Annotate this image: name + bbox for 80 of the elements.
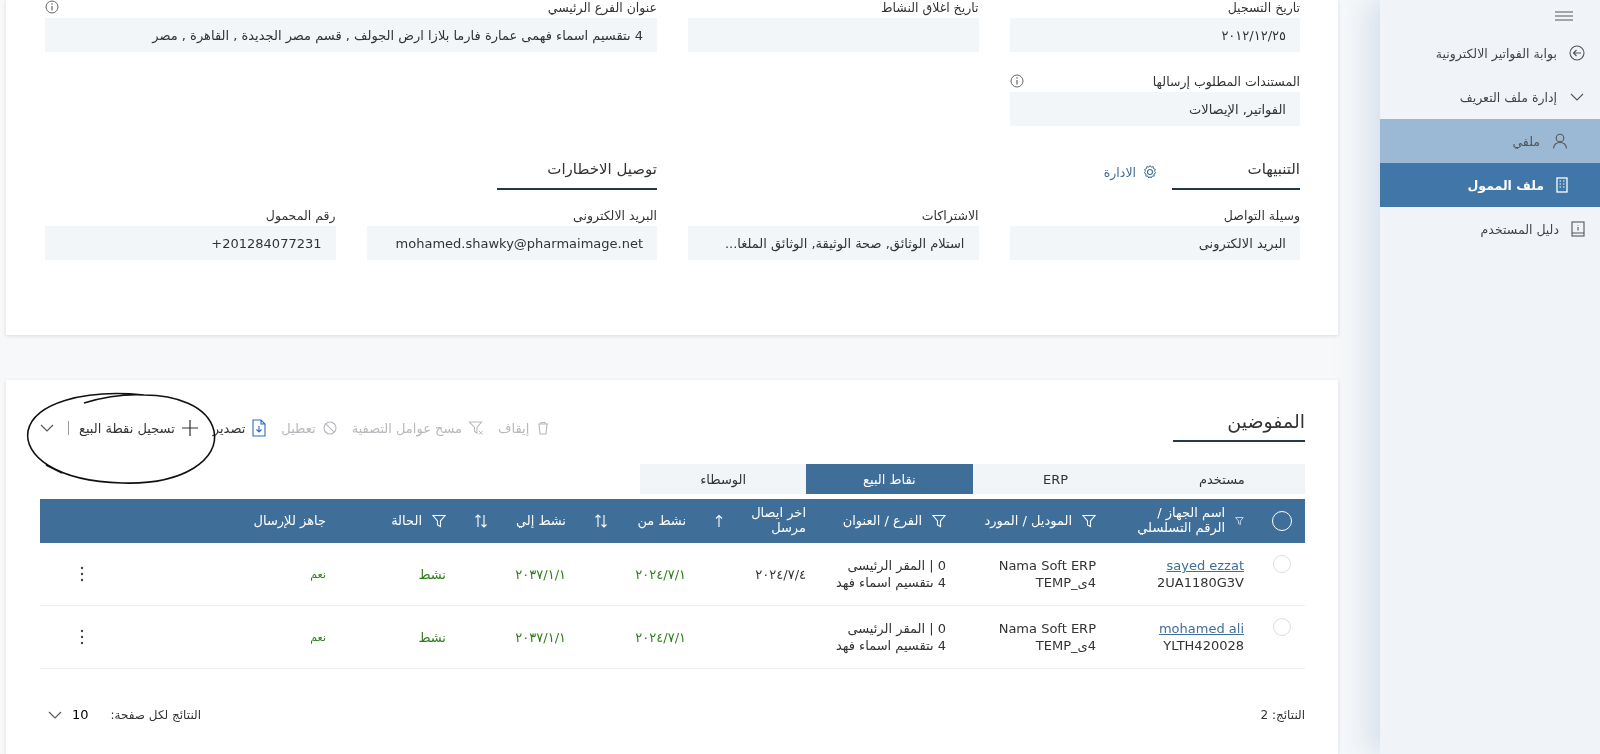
date-text: ٢٠٢٤/٧/٤ [754,566,806,582]
sidebar-item[interactable]: ملفي [1380,119,1600,163]
more-icon[interactable] [80,629,84,645]
field-label: البريد الالكترونى [573,207,657,223]
tab[interactable]: الوسطاء [640,464,807,494]
sidebar-item[interactable]: بوابة الفواتير الالكترونية [1380,31,1600,75]
field-value: استلام الوثائق, صحة الوثيقة, الوثائق الملغا... [688,226,979,260]
sidebar-item[interactable]: دليل المستخدم [1380,207,1600,251]
info-icon[interactable] [1009,74,1024,88]
field-label: تاريخ التسجيل [1227,0,1300,15]
book-icon [1571,221,1585,237]
branch-text: 0 | المقر الرئيسى [846,621,946,636]
column-header[interactable]: اخر ايصال مرسل [734,506,806,536]
serial-number: YLTH420028 [1162,638,1244,653]
sort-icon[interactable] [594,514,608,528]
column-header[interactable]: جاهز للإرسال [253,513,326,529]
field-label: المستندات المطلوب إرسالها [1152,73,1300,89]
column-header[interactable]: نشط من [618,513,686,529]
field-value: +201284077231 [45,226,336,260]
section-title: التنبيهات [1172,154,1300,190]
device-name-link[interactable]: sayed ezzat [1124,558,1244,573]
section-title: المفوضين [1173,410,1305,442]
address-text: 4 ىتقسيم اسماء فهد [834,575,946,590]
column-header[interactable]: نشط إلي [498,513,566,529]
results-count: النتائج: 2 [1260,707,1305,722]
field-value: 4 ىتقسيم اسماء فهمى عمارة فارما بلازا ارض الجولف , قسم مصر الجديدة , القاهرة , مصر [45,18,657,52]
chevron-down-icon [48,709,62,720]
gear-icon[interactable] [1142,164,1158,180]
chevron-down-icon[interactable] [40,423,54,433]
column-header[interactable]: اسم الجهاز / الرقم التسلسلي [1124,506,1226,536]
field-label: رقم المحمول [265,207,336,223]
column-header[interactable]: الحالة [391,513,422,529]
filter-icon[interactable] [932,514,946,528]
per-page-label: النتائج لكل صفحة: [110,707,201,722]
filter-icon[interactable] [1082,514,1096,528]
export-file-icon[interactable] [251,419,268,437]
field-label: وسيلة التواصل [1223,207,1300,223]
tab[interactable]: مستخدم [1138,464,1305,494]
toolbar-button[interactable]: تسجيل نقطة البيع [79,417,199,439]
date-text: ٢٠٣٧/١/١ [514,566,566,582]
date-text: ٢٠٢٤/٧/١ [634,629,686,645]
status-text: نشط [417,629,446,645]
column-header[interactable]: الموديل / المورد [984,513,1072,529]
field-value: الفواتير, الإيصالات [1009,92,1300,126]
sidebar-item[interactable]: إدارة ملف التعريف [1380,75,1600,119]
device-name-link[interactable]: mohamed ali [1124,621,1244,636]
manage-link[interactable]: الادارة [1103,164,1158,180]
ready-text: نعم [309,567,326,581]
field-label: عنوان الفرع الرئيسي [547,0,657,15]
date-text: ٢٠٣٧/١/١ [514,629,566,645]
serial-number: 2UA1180G3V [1156,575,1244,590]
vendor-text: 4ى_TEMP [1034,638,1096,653]
tab[interactable]: ERP [972,464,1139,494]
field-value: ٢٠١٢/١٢/٢٥ [1009,18,1300,52]
user-icon [1552,133,1568,149]
field-label: الاشتراكات [921,207,979,223]
tab[interactable]: نقاط البيع [806,464,973,494]
ready-text: نعم [309,630,326,644]
plus-icon[interactable] [180,419,199,437]
field-label: تاريخ اغلاق النشاط [880,0,979,15]
branch-text: 0 | المقر الرئيسى [846,558,946,573]
vendor-text: 4ى_TEMP [1034,575,1096,590]
field-value: mohamed.shawky@pharmaimage.net [366,226,657,260]
address-text: 4 ىتقسيم اسماء فهد [834,638,946,653]
section-title: توصيل الاخطارات [497,154,657,190]
sort-icon[interactable] [474,514,488,528]
more-icon[interactable] [80,566,84,582]
filter-icon[interactable] [1235,514,1244,528]
filter-icon[interactable] [432,514,446,528]
date-text: ٢٠٢٤/٧/١ [634,566,686,582]
model-text: Nama Soft ERP [997,558,1096,573]
model-text: Nama Soft ERP [997,621,1096,636]
per-page-dropdown[interactable]: 10 [40,705,97,724]
info-icon[interactable] [45,0,59,14]
field-value: البريد الالكترونى [1009,226,1300,260]
sort-ascending-icon[interactable] [714,514,724,528]
sidebar-item[interactable]: ملف الممول [1380,163,1600,207]
column-header[interactable]: الفرع / العنوان [842,513,922,529]
building-icon [1556,177,1568,193]
status-text: نشط [417,566,446,582]
